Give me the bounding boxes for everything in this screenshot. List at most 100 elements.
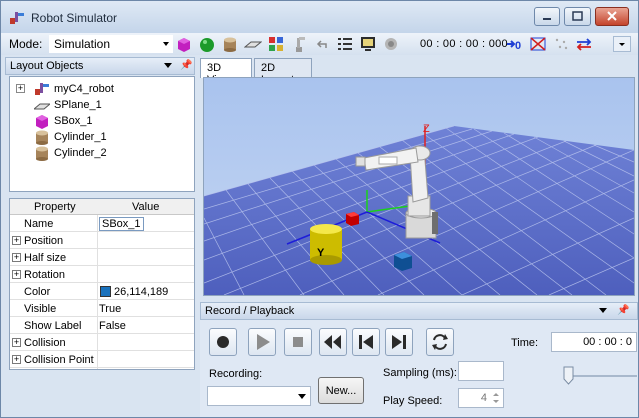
toolbar-overflow-button[interactable] xyxy=(613,36,631,52)
add-cylinder-icon[interactable] xyxy=(221,35,239,53)
3d-scene: Z Y xyxy=(204,78,634,295)
property-name: Color xyxy=(24,286,51,298)
tree-item[interactable]: + myC4_robot xyxy=(16,81,186,97)
cylinder-label: Y xyxy=(317,247,325,259)
monitor-icon[interactable] xyxy=(359,35,377,53)
minimize-icon xyxy=(543,18,551,20)
record-button[interactable] xyxy=(209,328,237,356)
property-row[interactable]: Color 26,114,189 xyxy=(10,283,194,300)
panel-menu-icon[interactable] xyxy=(599,308,607,314)
stop-button[interactable] xyxy=(284,328,312,356)
minimize-button[interactable] xyxy=(534,7,560,26)
chevron-down-icon xyxy=(163,42,169,46)
add-sphere-icon[interactable] xyxy=(198,35,216,53)
property-row[interactable]: Name SBox_1 xyxy=(10,215,194,232)
maximize-button[interactable] xyxy=(564,7,591,26)
tab-3d-view[interactable]: 3D View xyxy=(200,58,252,86)
tree-item-label: Cylinder_1 xyxy=(54,131,107,143)
slider-thumb-icon[interactable] xyxy=(563,366,574,385)
scatter-icon[interactable] xyxy=(552,35,570,53)
view-tabs: 3D View 2D Layout xyxy=(200,58,638,86)
swap-icon[interactable] xyxy=(575,35,593,53)
add-plane-icon[interactable] xyxy=(244,35,262,53)
time-display: 00 : 00 : 0 xyxy=(551,332,637,352)
recording-select[interactable] xyxy=(207,386,311,406)
record-playback-title: Record / Playback xyxy=(205,305,295,317)
mode-select[interactable]: Simulation xyxy=(49,35,173,53)
svg-text:0: 0 xyxy=(515,40,521,52)
no-collision-icon[interactable] xyxy=(529,35,547,53)
stop-icon xyxy=(293,337,303,347)
add-objects-icon[interactable] xyxy=(267,35,285,53)
undo-icon[interactable] xyxy=(313,35,331,53)
mode-select-value: Simulation xyxy=(54,37,111,51)
rewind-button[interactable] xyxy=(319,328,347,356)
property-name: Name xyxy=(24,218,54,230)
expand-icon[interactable]: + xyxy=(16,84,25,93)
stepper-arrows-icon[interactable] xyxy=(490,390,502,406)
tab-2d-layout[interactable]: 2D Layout xyxy=(254,58,312,86)
property-row[interactable]: + Rotation xyxy=(10,266,194,283)
property-value: True xyxy=(99,303,122,315)
sampling-input[interactable] xyxy=(458,361,504,381)
record-playback-header: Record / Playback 📌 xyxy=(200,302,638,320)
property-row[interactable]: Visible True xyxy=(10,300,194,317)
expand-icon[interactable]: + xyxy=(12,253,21,262)
property-row[interactable]: + Collision Point xyxy=(10,351,194,368)
value-column-header: Value xyxy=(132,201,160,213)
robot-arm-icon[interactable] xyxy=(290,35,308,53)
add-box-icon[interactable] xyxy=(175,35,193,53)
yellow-cylinder[interactable]: Y xyxy=(310,224,342,265)
tree-item-label: Cylinder_2 xyxy=(54,147,107,159)
pin-icon[interactable]: 📌 xyxy=(180,60,192,71)
list-icon[interactable] xyxy=(336,35,354,53)
property-column-header: Property xyxy=(34,201,76,213)
property-value: 26,114,189 xyxy=(114,286,169,298)
tree-item-label: SPlane_1 xyxy=(54,99,102,111)
skip-to-end-button[interactable] xyxy=(385,328,413,356)
playback-slider-track[interactable] xyxy=(567,375,637,377)
property-name: Collision xyxy=(24,337,66,349)
new-recording-button[interactable]: New... xyxy=(318,377,364,404)
tree-item[interactable]: Cylinder_2 xyxy=(16,145,186,161)
expand-icon[interactable]: + xyxy=(12,355,21,364)
play-button[interactable] xyxy=(248,328,276,356)
property-name: Rotation xyxy=(24,269,65,281)
red-box[interactable] xyxy=(346,212,359,226)
property-name: Visible xyxy=(24,303,57,315)
panel-menu-icon[interactable] xyxy=(164,63,172,69)
property-name: Position xyxy=(24,235,64,247)
property-row[interactable]: + Collision xyxy=(10,334,194,351)
pin-icon[interactable]: 📌 xyxy=(617,305,629,316)
play-speed-stepper[interactable]: 4 xyxy=(458,388,504,408)
maximize-icon xyxy=(572,11,583,21)
skip-forward-icon xyxy=(392,335,406,349)
toolbar-time-display: 00 : 00 : 00 : 000 xyxy=(420,38,508,50)
color-swatch[interactable] xyxy=(100,286,111,297)
property-row[interactable]: Show Label False xyxy=(10,317,194,334)
skip-to-start-button[interactable] xyxy=(352,328,380,356)
3d-viewport[interactable]: Z Y xyxy=(203,77,635,296)
cylinder-icon xyxy=(36,130,48,145)
tree-item[interactable]: Cylinder_1 xyxy=(16,129,186,145)
blue-box[interactable] xyxy=(394,252,412,271)
camera-icon[interactable] xyxy=(382,35,400,53)
close-button[interactable] xyxy=(595,7,629,26)
goto-zero-icon[interactable]: 0 xyxy=(506,35,524,53)
property-row[interactable]: + Half size xyxy=(10,249,194,266)
expand-icon[interactable]: + xyxy=(12,270,21,279)
property-value-input[interactable]: SBox_1 xyxy=(99,217,144,231)
app-robot-icon xyxy=(10,12,24,24)
tree-item[interactable]: SPlane_1 xyxy=(16,97,186,113)
expand-icon[interactable]: + xyxy=(12,338,21,347)
properties-grid: Property Value Name SBox_1 + Position + … xyxy=(9,198,195,370)
tree-item-label: myC4_robot xyxy=(54,83,114,95)
expand-icon[interactable]: + xyxy=(12,236,21,245)
close-icon xyxy=(607,11,617,21)
tree-item[interactable]: SBox_1 xyxy=(16,113,186,129)
title-bar: Robot Simulator xyxy=(1,1,638,33)
property-row[interactable]: + Position xyxy=(10,232,194,249)
window-title: Robot Simulator xyxy=(31,11,118,25)
cylinder-icon xyxy=(36,146,48,161)
loop-button[interactable] xyxy=(426,328,454,356)
